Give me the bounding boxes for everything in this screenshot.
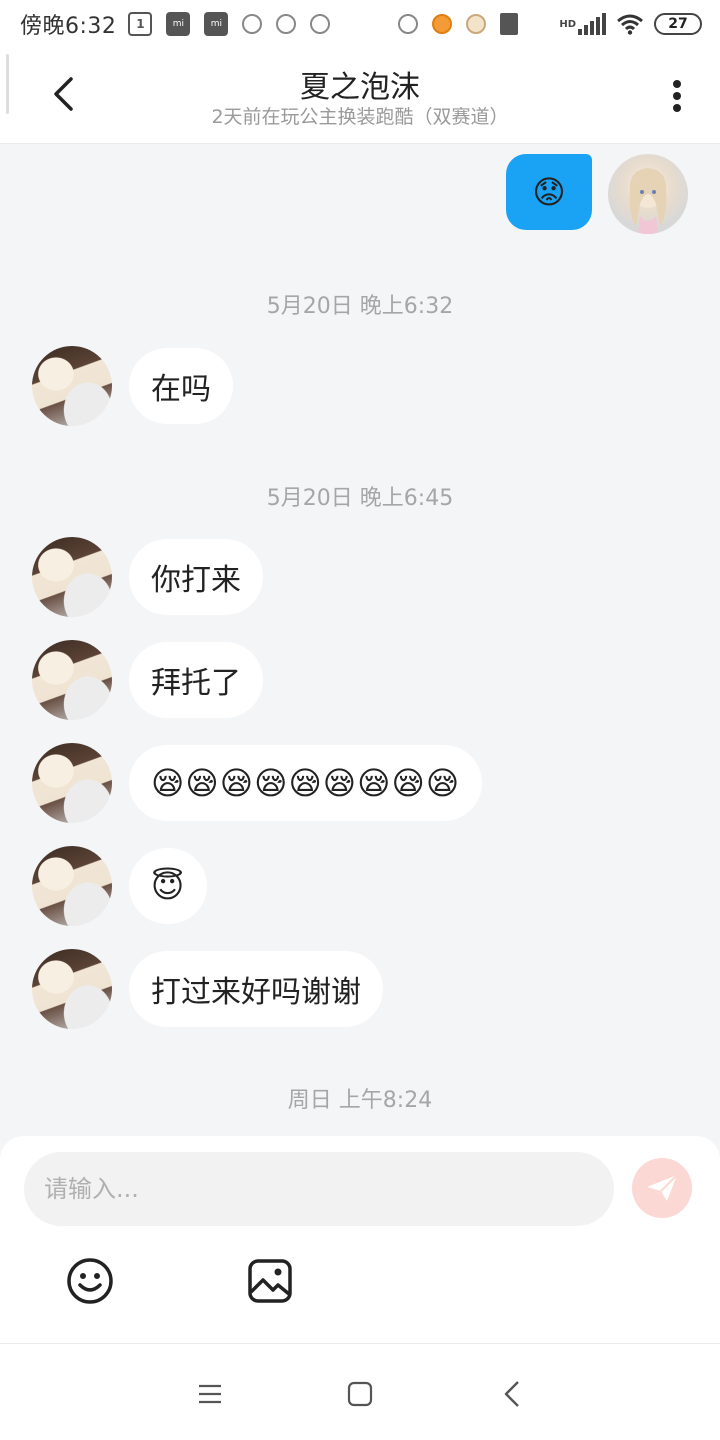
smiley-icon	[67, 1258, 113, 1304]
home-button[interactable]	[340, 1374, 380, 1414]
time-separator: 5月20日 晚上6:32	[266, 294, 454, 319]
message-bubble[interactable]: 😇	[129, 848, 208, 924]
emoji-button[interactable]	[65, 1256, 115, 1306]
incoming-message: 拜托了	[32, 640, 263, 720]
message-bubble[interactable]: 😪😪😪😪😪😪😪😪😪	[129, 745, 483, 821]
status-time: 傍晚6:32	[20, 14, 117, 39]
contact-avatar[interactable]	[32, 346, 112, 426]
trash-icon	[500, 13, 519, 35]
message-bubble[interactable]: 在吗	[129, 348, 233, 424]
message-bubble[interactable]: 拜托了	[129, 642, 263, 718]
incoming-message: 在吗	[32, 346, 233, 426]
contact-status: 2天前在玩公主换装跑酷（双赛道）	[211, 106, 509, 128]
contact-avatar[interactable]	[32, 640, 112, 720]
composer	[0, 1136, 720, 1344]
outgoing-message: 😟	[506, 154, 688, 234]
outgoing-bubble[interactable]: 😟	[506, 154, 592, 230]
more-dot	[673, 92, 681, 100]
status-bar: 傍晚6:32 1 mi mi HD 27	[0, 0, 720, 48]
wifi-icon	[617, 14, 643, 35]
time-separator: 周日 上午8:24	[287, 1088, 433, 1113]
signal-icon	[578, 13, 606, 35]
hd-label: HD	[559, 19, 576, 30]
contact-avatar[interactable]	[32, 846, 112, 926]
mi-app-icon: mi	[204, 12, 229, 36]
message-bubble[interactable]: 打过来好吗谢谢	[129, 951, 383, 1027]
chat-header: 夏之泡沫 2天前在玩公主换装跑酷（双赛道）	[0, 48, 720, 144]
app-notification-icon	[310, 14, 331, 34]
back-chevron-icon	[504, 1381, 519, 1407]
paper-plane-icon	[647, 1174, 678, 1201]
notification-icons: 1 mi mi	[128, 12, 519, 36]
more-dot	[673, 104, 681, 112]
image-button[interactable]	[245, 1256, 295, 1306]
contact-avatar[interactable]	[32, 537, 112, 617]
game-app-icon	[466, 14, 487, 34]
more-button[interactable]	[662, 76, 692, 116]
contact-name: 夏之泡沫	[300, 70, 420, 105]
system-icons: HD 27	[559, 13, 702, 35]
send-button[interactable]	[632, 1158, 692, 1218]
app-notification-icon	[276, 14, 297, 34]
more-vertical-icon	[673, 80, 681, 88]
app-notification-icon	[242, 14, 263, 34]
app-notification-icon	[398, 14, 419, 34]
avatar-illustration	[629, 168, 667, 234]
image-icon	[248, 1259, 292, 1303]
incoming-message: 你打来	[32, 537, 263, 617]
battery-icon: 27	[654, 13, 702, 35]
nav-back-button[interactable]	[492, 1374, 532, 1414]
menu-button[interactable]	[190, 1374, 230, 1414]
message-list[interactable]: 😟 5月20日 晚上6:32 在吗 5月20日 晚上6:45 你打来 拜托了 😪…	[0, 144, 720, 1136]
incoming-message: 😪😪😪😪😪😪😪😪😪	[32, 743, 483, 823]
my-avatar[interactable]	[608, 154, 688, 234]
menu-icon	[199, 1384, 221, 1404]
calendar-icon: 1	[128, 12, 153, 36]
game-app-icon	[432, 14, 453, 34]
time-separator: 5月20日 晚上6:45	[266, 486, 454, 511]
contact-avatar[interactable]	[32, 949, 112, 1029]
contact-avatar[interactable]	[32, 743, 112, 823]
message-bubble[interactable]: 你打来	[129, 539, 263, 615]
incoming-message: 😇	[32, 846, 208, 926]
incoming-message: 打过来好吗谢谢	[32, 949, 383, 1029]
mi-app-icon: mi	[166, 12, 191, 36]
system-nav-bar	[0, 1344, 720, 1440]
message-input[interactable]	[24, 1152, 614, 1226]
home-square-icon	[347, 1381, 373, 1407]
